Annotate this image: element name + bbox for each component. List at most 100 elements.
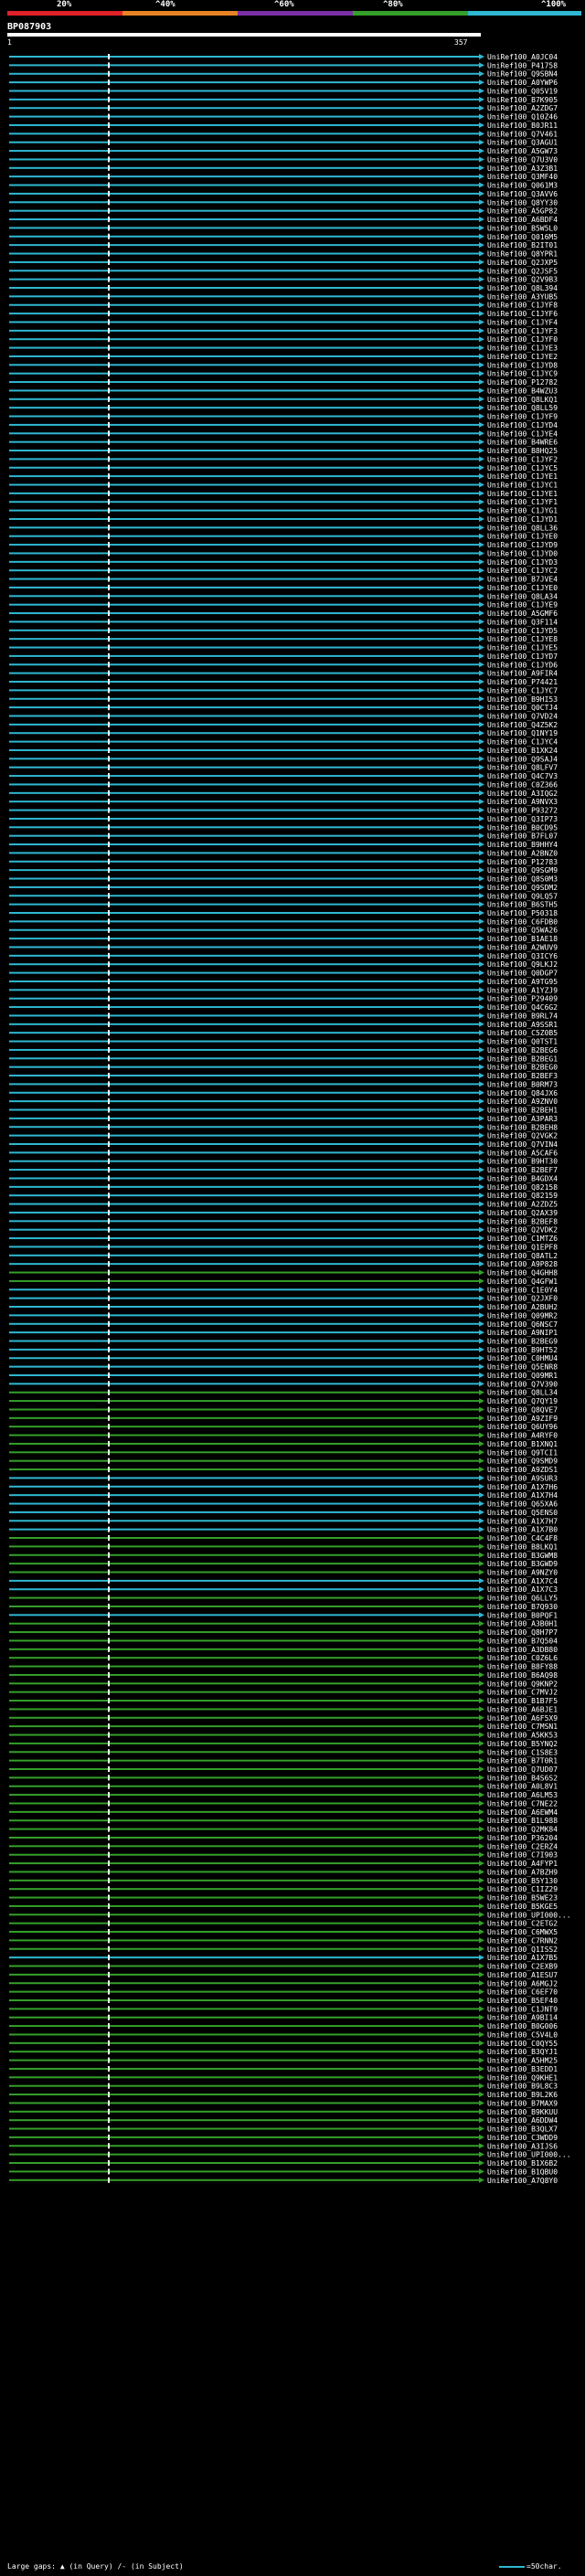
- hit-row[interactable]: UniRef100_UPI000...: [9, 1911, 571, 1919]
- hit-row[interactable]: UniRef100_Q6UY96: [9, 1423, 558, 1431]
- hit-row[interactable]: UniRef100_C1JYE0: [9, 533, 558, 541]
- hit-row[interactable]: UniRef100_A9SUR3: [9, 1474, 558, 1482]
- hit-row[interactable]: UniRef100_Q8S0M3: [9, 875, 558, 884]
- hit-row[interactable]: UniRef100_A9BI14: [9, 2014, 558, 2022]
- hit-row[interactable]: UniRef100_A9SSR1: [9, 1021, 558, 1029]
- hit-row[interactable]: UniRef100_Q8ATL2: [9, 1252, 558, 1260]
- hit-row[interactable]: UniRef100_B9KKUU: [9, 2108, 558, 2116]
- hit-row[interactable]: UniRef100_B2BEG0: [9, 1064, 558, 1072]
- hit-row[interactable]: UniRef100_Q3MF40: [9, 173, 558, 181]
- hit-row[interactable]: UniRef100_C5V4L0: [9, 2030, 558, 2039]
- hit-row[interactable]: UniRef100_Q6LLY5: [9, 1595, 558, 1603]
- hit-row[interactable]: UniRef100_B0PQF1: [9, 1611, 558, 1619]
- hit-row[interactable]: UniRef100_C1JYE4: [9, 429, 558, 438]
- hit-row[interactable]: UniRef100_C6FDB0: [9, 917, 558, 926]
- hit-row[interactable]: UniRef100_A2BNZ0: [9, 849, 558, 857]
- hit-row[interactable]: UniRef100_B2BEG6: [9, 1046, 558, 1055]
- hit-row[interactable]: UniRef100_C1IZ29: [9, 1885, 558, 1893]
- hit-row[interactable]: UniRef100_A1X7B5: [9, 1954, 558, 1962]
- hit-row[interactable]: UniRef100_B7Q930: [9, 1603, 558, 1611]
- hit-row[interactable]: UniRef100_Q09MR1: [9, 1372, 558, 1380]
- hit-row[interactable]: UniRef100_Q8LFV7: [9, 764, 558, 772]
- hit-row[interactable]: UniRef100_C4C4F8: [9, 1534, 558, 1542]
- hit-row[interactable]: UniRef100_C1JYF0: [9, 335, 558, 344]
- hit-row[interactable]: UniRef100_B1XK24: [9, 747, 558, 755]
- hit-row[interactable]: UniRef100_B4S6S2: [9, 1774, 558, 1782]
- hit-row[interactable]: UniRef100_A9NVX3: [9, 798, 558, 806]
- hit-row[interactable]: UniRef100_A7Q8Y0: [9, 2177, 558, 2185]
- hit-row[interactable]: UniRef100_Q2JSF5: [9, 267, 558, 275]
- hit-row[interactable]: UniRef100_A5GP82: [9, 207, 558, 216]
- hit-row[interactable]: UniRef100_Q7QY19: [9, 1397, 558, 1405]
- hit-row[interactable]: UniRef100_C5Z0B5: [9, 1029, 558, 1037]
- hit-row[interactable]: UniRef100_C1JYD9: [9, 541, 558, 549]
- hit-row[interactable]: UniRef100_C0HMU4: [9, 1354, 558, 1362]
- hit-row[interactable]: UniRef100_C1JYD6: [9, 661, 558, 669]
- hit-row[interactable]: UniRef100_Q2JXP5: [9, 259, 558, 267]
- hit-row[interactable]: UniRef100_Q7V390: [9, 1380, 558, 1388]
- hit-row[interactable]: UniRef100_A9TG95: [9, 978, 558, 986]
- hit-row[interactable]: UniRef100_C1JYD4: [9, 421, 558, 429]
- hit-row[interactable]: UniRef100_B5EF40: [9, 1997, 558, 2005]
- hit-row[interactable]: UniRef100_Q2AX39: [9, 1209, 558, 1217]
- hit-row[interactable]: UniRef100_A5GMF6: [9, 610, 558, 618]
- hit-row[interactable]: UniRef100_A0L8V1: [9, 1783, 558, 1791]
- hit-row[interactable]: UniRef100_B2BEG9: [9, 1338, 558, 1346]
- hit-row[interactable]: UniRef100_B7JVE4: [9, 576, 558, 584]
- hit-row[interactable]: UniRef100_C7RNN2: [9, 1936, 558, 1945]
- hit-row[interactable]: UniRef100_C1JYD5: [9, 627, 558, 635]
- hit-row[interactable]: UniRef100_B4GDX4: [9, 1174, 558, 1182]
- hit-row[interactable]: UniRef100_C6EF70: [9, 1988, 558, 1997]
- hit-row[interactable]: UniRef100_Q5ENR8: [9, 1363, 558, 1372]
- hit-row[interactable]: UniRef100_B6STH5: [9, 901, 558, 909]
- hit-row[interactable]: UniRef100_C3WDD9: [9, 2134, 558, 2142]
- hit-row[interactable]: UniRef100_A3IQG2: [9, 790, 558, 798]
- hit-row[interactable]: UniRef100_C1JYD1: [9, 515, 558, 524]
- hit-row[interactable]: UniRef100_A3DB80: [9, 1646, 558, 1654]
- hit-row[interactable]: UniRef100_Q84JX6: [9, 1089, 558, 1097]
- hit-row[interactable]: UniRef100_Q8LL34: [9, 1389, 558, 1397]
- hit-row[interactable]: UniRef100_Q2JXF0: [9, 1295, 558, 1303]
- hit-row[interactable]: UniRef100_C1MTZ6: [9, 1235, 558, 1243]
- hit-row[interactable]: UniRef100_B1B7F5: [9, 1697, 558, 1705]
- hit-row[interactable]: UniRef100_A9ZNV0: [9, 1097, 558, 1106]
- hit-row[interactable]: UniRef100_B1XNQ1: [9, 1440, 558, 1448]
- hit-row[interactable]: UniRef100_P36204: [9, 1834, 558, 1842]
- hit-row[interactable]: UniRef100_P93272: [9, 807, 558, 815]
- hit-row[interactable]: UniRef100_C2ERZ4: [9, 1842, 558, 1850]
- hit-row[interactable]: UniRef100_B9HT30: [9, 1158, 558, 1166]
- hit-row[interactable]: UniRef100_A6BDF4: [9, 216, 558, 224]
- hit-row[interactable]: UniRef100_C6MWX5: [9, 1928, 558, 1936]
- hit-row[interactable]: UniRef100_Q3AGU1: [9, 139, 558, 147]
- hit-row[interactable]: UniRef100_B2BEF3: [9, 1072, 558, 1080]
- hit-row[interactable]: UniRef100_A1X7H7: [9, 1517, 558, 1525]
- hit-row[interactable]: UniRef100_A0YWP6: [9, 79, 558, 87]
- hit-row[interactable]: UniRef100_Q1EPF8: [9, 1243, 558, 1251]
- hit-row[interactable]: UniRef100_Q1NY19: [9, 729, 558, 737]
- hit-row[interactable]: UniRef100_Q82159: [9, 1192, 558, 1200]
- hit-row[interactable]: UniRef100_P74421: [9, 678, 558, 686]
- hit-row[interactable]: UniRef100_Q8LL36: [9, 524, 558, 532]
- hit-row[interactable]: UniRef100_Q2MK84: [9, 1826, 558, 1834]
- hit-row[interactable]: UniRef100_A6DDW4: [9, 2116, 558, 2125]
- hit-row[interactable]: UniRef100_Q8LKQ1: [9, 396, 558, 404]
- hit-row[interactable]: UniRef100_B1AE18: [9, 935, 558, 943]
- hit-row[interactable]: UniRef100_A3PAR3: [9, 1115, 558, 1123]
- hit-row[interactable]: UniRef100_C2EXB9: [9, 1963, 558, 1971]
- hit-row[interactable]: UniRef100_Q8YPR1: [9, 250, 558, 259]
- hit-row[interactable]: UniRef100_Q2VDK2: [9, 1226, 558, 1235]
- hit-row[interactable]: UniRef100_C1JYE2: [9, 353, 558, 361]
- hit-row[interactable]: UniRef100_Q9TCI1: [9, 1448, 558, 1457]
- hit-row[interactable]: UniRef100_Q016M5: [9, 233, 558, 241]
- hit-row[interactable]: UniRef100_C1JYD8: [9, 361, 558, 369]
- hit-row[interactable]: UniRef100_A6F5X9: [9, 1714, 558, 1723]
- hit-row[interactable]: UniRef100_B1QBU0: [9, 2168, 558, 2176]
- hit-row[interactable]: UniRef100_A2WUV9: [9, 943, 558, 951]
- hit-row[interactable]: UniRef100_B5Y130: [9, 1877, 558, 1885]
- hit-row[interactable]: UniRef100_A3IJS6: [9, 2142, 558, 2150]
- hit-row[interactable]: UniRef100_C1JYD7: [9, 652, 558, 661]
- hit-row[interactable]: UniRef100_Q09MR2: [9, 1311, 558, 1320]
- hit-row[interactable]: UniRef100_Q3F114: [9, 618, 558, 626]
- hit-row[interactable]: UniRef100_Q0CTJ4: [9, 704, 558, 712]
- hit-row[interactable]: UniRef100_Q7VD24: [9, 712, 558, 720]
